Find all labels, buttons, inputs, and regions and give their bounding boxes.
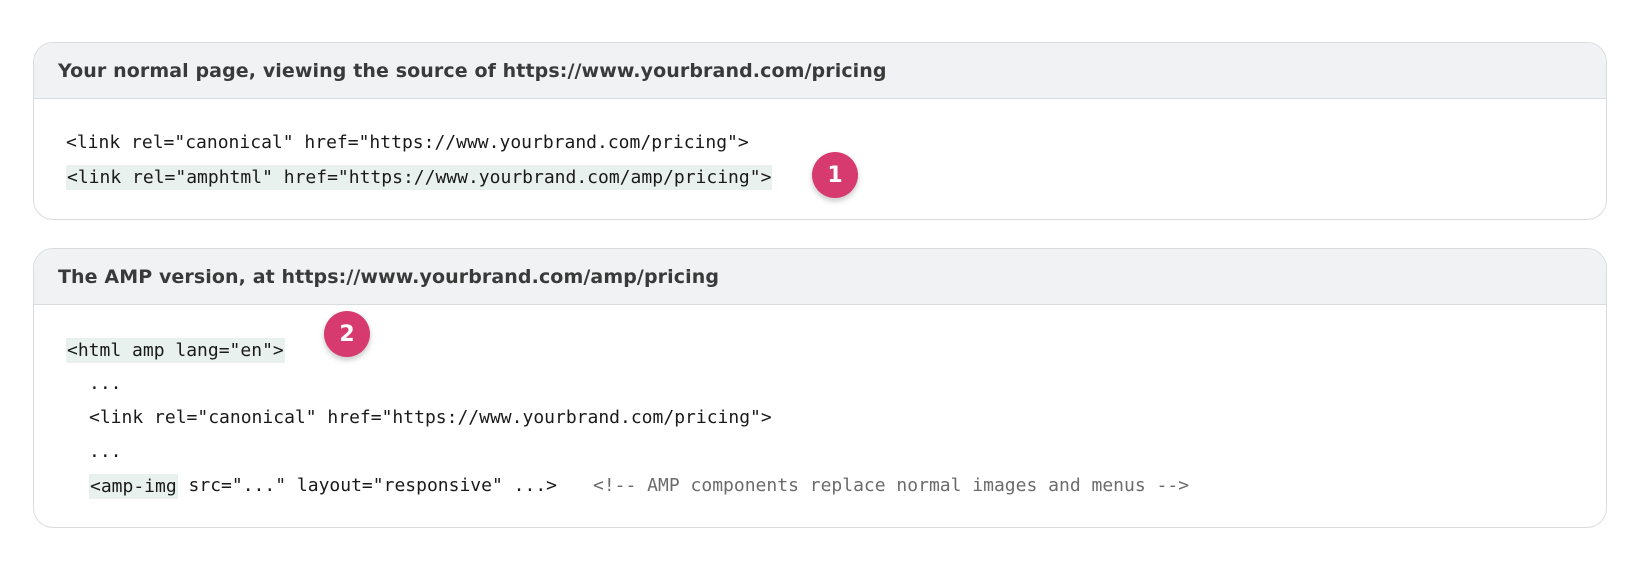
- code-text: <link rel="canonical" href="https://www.…: [66, 132, 749, 153]
- card-title: Your normal page, viewing the source of …: [58, 59, 887, 82]
- code-comment: <!-- AMP components replace normal image…: [593, 475, 1190, 496]
- highlighted-code: <amp-img: [89, 473, 178, 499]
- code-line: <amp-img src="..." layout="responsive" .…: [66, 469, 1606, 503]
- code-text: ...: [89, 373, 122, 394]
- code-card-amp-version: The AMP version, at https://www.yourbran…: [33, 248, 1607, 528]
- highlighted-code: <html amp lang="en">: [66, 337, 285, 363]
- code-text: ...: [89, 441, 122, 462]
- code-line: <link rel="canonical" href="https://www.…: [66, 401, 1606, 435]
- card-header: Your normal page, viewing the source of …: [34, 43, 1606, 99]
- card-title: The AMP version, at https://www.yourbran…: [58, 265, 720, 288]
- code-text: <link rel="canonical" href="https://www.…: [89, 407, 772, 428]
- code-line: ...: [66, 367, 1606, 401]
- code-line: <html amp lang="en">: [66, 333, 1606, 367]
- card-header: The AMP version, at https://www.yourbran…: [34, 249, 1606, 305]
- code-text: src="..." layout="responsive" ...>: [177, 475, 557, 496]
- code-line: ...: [66, 435, 1606, 469]
- code-card-normal-page: Your normal page, viewing the source of …: [33, 42, 1607, 220]
- code-block: <html amp lang="en"> ... <link rel="cano…: [34, 305, 1606, 503]
- step-badge-2: 2: [324, 311, 370, 357]
- step-badge-1: 1: [812, 152, 858, 198]
- highlighted-code: <link rel="amphtml" href="https://www.yo…: [66, 164, 773, 190]
